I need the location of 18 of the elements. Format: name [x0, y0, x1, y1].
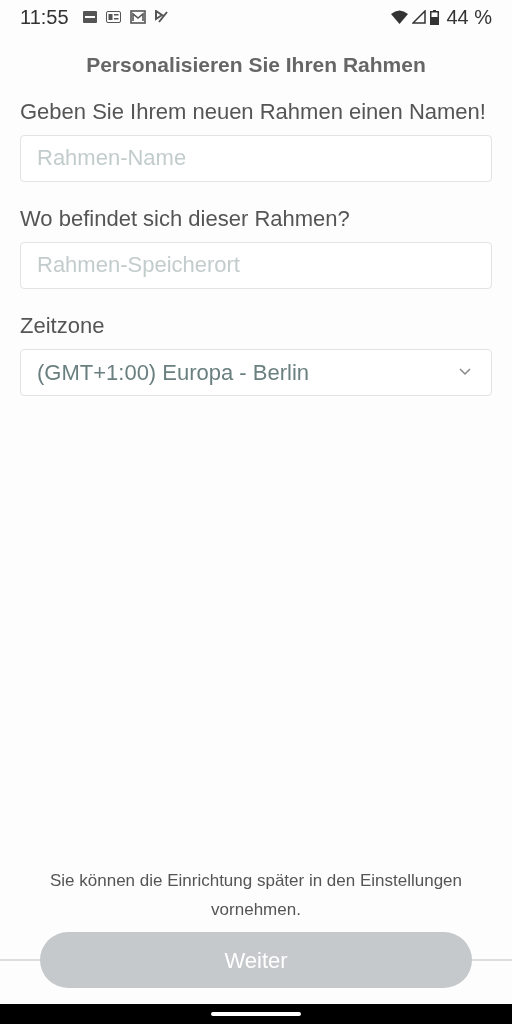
input-field[interactable]: Rahmen-Speicherort: [20, 241, 492, 289]
home-indicator[interactable]: [211, 1012, 301, 1016]
status-time: 11:55: [20, 5, 69, 30]
page-title: Personalisieren Sie Ihren Rahmen: [85, 52, 427, 78]
field-label: Zeitzone: [20, 311, 106, 340]
wifi-icon: [391, 10, 409, 24]
field-label: Wo befindet sich dieser Rahmen?: [20, 204, 351, 233]
chevron-down-icon: [459, 368, 471, 376]
field-label: Geben Sie Ihrem neuen Rahmen einen Namen!: [20, 97, 487, 126]
mail-icon: [129, 10, 146, 24]
timezone-dropdown[interactable]: (GMT+1:00) Europa - Berlin: [20, 348, 492, 396]
signal-icon: [412, 10, 427, 24]
app-notification-icon: [82, 10, 97, 24]
battery-icon: [430, 9, 440, 25]
input-field[interactable]: Rahmen-Name: [20, 134, 492, 182]
info-text: Sie können die Einrichtung später in den Einstellungen vornehmen.: [48, 870, 464, 921]
battery-percent: 44 %: [446, 5, 492, 30]
app-notification-icon: [105, 11, 121, 23]
